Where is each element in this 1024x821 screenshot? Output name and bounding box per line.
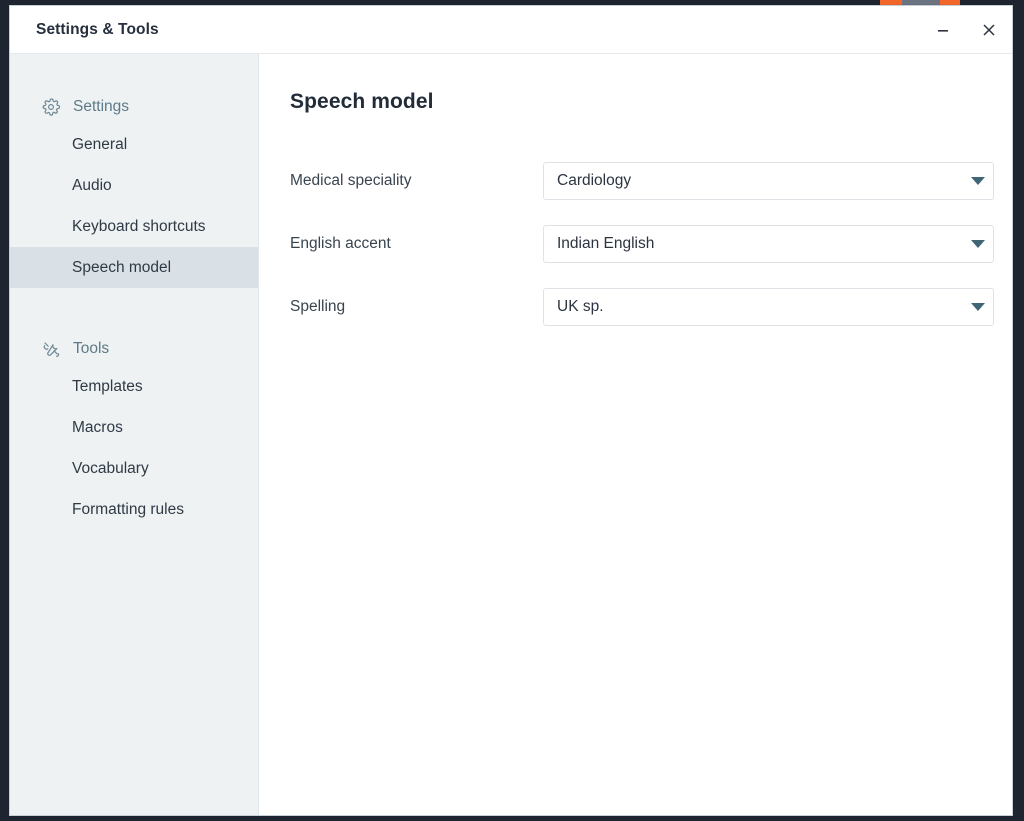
close-button[interactable] [966, 7, 1012, 53]
medical-speciality-value: Cardiology [557, 172, 632, 189]
sidebar-item-formatting-rules[interactable]: Formatting rules [10, 489, 258, 530]
close-icon [981, 22, 997, 38]
sidebar-header-label: Tools [73, 340, 110, 357]
sidebar-header-tools: Tools [10, 332, 258, 366]
sidebar-item-keyboard-shortcuts[interactable]: Keyboard shortcuts [10, 206, 258, 247]
title-bar[interactable]: Settings & Tools [10, 6, 1012, 54]
sidebar-item-label: Templates [72, 377, 143, 395]
window-title: Settings & Tools [36, 20, 159, 38]
sidebar-item-label: Keyboard shortcuts [72, 217, 206, 235]
tools-icon [41, 340, 60, 359]
page-title: Speech model [290, 90, 434, 113]
spelling-value: UK sp. [557, 298, 604, 315]
sidebar: Settings General Audio Keyboard shortcut… [10, 54, 259, 815]
medical-speciality-select[interactable]: Cardiology [543, 162, 994, 200]
chevron-down-icon[interactable] [963, 177, 993, 185]
sidebar-item-label: Speech model [72, 258, 172, 276]
sidebar-item-templates[interactable]: Templates [10, 366, 258, 407]
english-accent-select[interactable]: Indian English [543, 225, 994, 263]
sidebar-item-label: Vocabulary [72, 459, 149, 477]
field-label-english-accent: English accent [290, 235, 391, 252]
sidebar-item-label: Macros [72, 418, 123, 436]
field-row-english-accent: English accent Indian English [290, 225, 1012, 263]
gear-icon [41, 98, 60, 117]
sidebar-item-label: Formatting rules [72, 500, 184, 518]
sidebar-item-label: Audio [72, 176, 112, 194]
sidebar-group-tools: Tools Templates Macros Vocabulary Format… [10, 332, 258, 530]
settings-window: Settings & Tools Settings General Audio … [9, 5, 1013, 816]
sidebar-item-speech-model[interactable]: Speech model [10, 247, 258, 288]
minimize-icon [936, 23, 950, 37]
sidebar-item-label: General [72, 135, 128, 153]
desktop-backdrop: Settings & Tools Settings General Audio … [0, 0, 1024, 821]
chevron-down-icon[interactable] [963, 240, 993, 248]
field-row-medical-speciality: Medical speciality Cardiology [290, 162, 1012, 200]
chevron-down-icon[interactable] [963, 303, 993, 311]
sidebar-item-macros[interactable]: Macros [10, 407, 258, 448]
sidebar-group-settings: Settings General Audio Keyboard shortcut… [10, 90, 258, 288]
window-controls [920, 6, 1012, 53]
sidebar-item-vocabulary[interactable]: Vocabulary [10, 448, 258, 489]
window-body: Settings General Audio Keyboard shortcut… [10, 54, 1012, 815]
english-accent-value: Indian English [557, 235, 655, 252]
field-label-medical-speciality: Medical speciality [290, 172, 412, 189]
field-label-spelling: Spelling [290, 298, 346, 315]
sidebar-group-divider [10, 292, 258, 332]
spelling-select[interactable]: UK sp. [543, 288, 994, 326]
field-row-spelling: Spelling UK sp. [290, 288, 1012, 326]
minimize-button[interactable] [920, 7, 966, 53]
sidebar-header-settings: Settings [10, 90, 258, 124]
sidebar-item-audio[interactable]: Audio [10, 165, 258, 206]
sidebar-header-label: Settings [73, 98, 130, 115]
sidebar-item-general[interactable]: General [10, 124, 258, 165]
content-panel: Speech model Medical speciality Cardiolo… [259, 54, 1012, 815]
